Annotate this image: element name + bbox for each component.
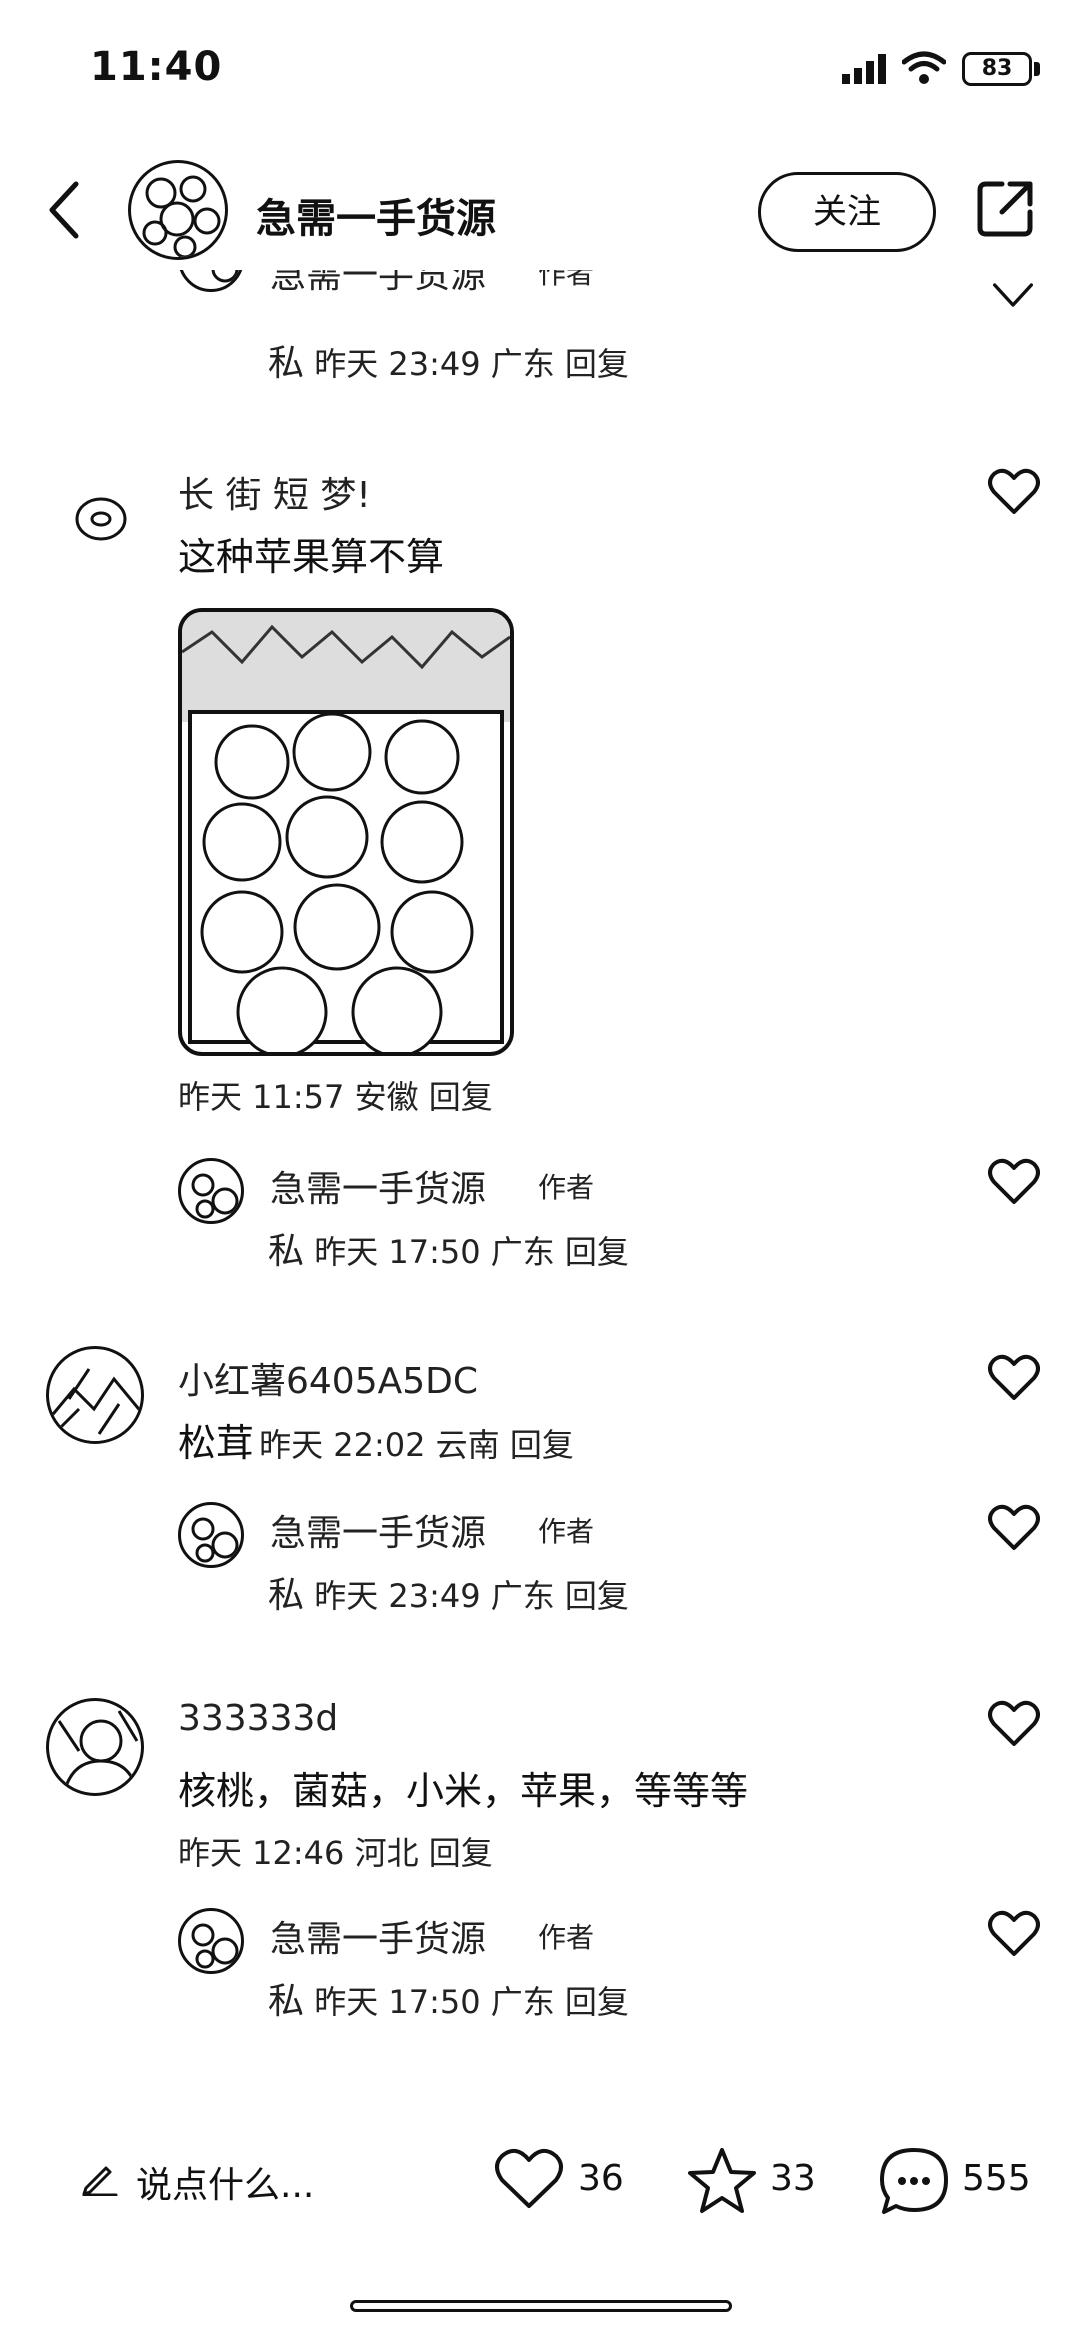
- share-icon[interactable]: [974, 178, 1036, 240]
- commenter-name[interactable]: 长 街 短 梦!: [178, 466, 371, 518]
- commenter-name[interactable]: 333333d: [178, 1698, 338, 1739]
- status-time: 11:40: [90, 44, 223, 90]
- reply-name[interactable]: 急需一手货源: [270, 1504, 486, 1556]
- comment-count: 555: [962, 2158, 1031, 2199]
- comment-text-meta: 松茸 昨天 22:02 云南 回复: [178, 1412, 574, 1467]
- comment-meta[interactable]: 昨天 22:02 云南 回复: [259, 1426, 574, 1464]
- fruit-pattern-icon: [211, 270, 239, 283]
- reply-avatar[interactable]: [178, 1158, 244, 1224]
- heart-icon[interactable]: [988, 1158, 1040, 1206]
- like-count: 36: [578, 2158, 624, 2199]
- commenter-avatar[interactable]: [72, 490, 130, 548]
- reply-avatar[interactable]: [178, 1502, 244, 1568]
- reply-avatar[interactable]: [178, 270, 244, 292]
- comment-meta: 私 昨天 17:50 广东 回复: [268, 1972, 629, 2024]
- disc-icon: [75, 497, 127, 541]
- reply-prefix: 私: [268, 1575, 305, 1616]
- comment-text[interactable]: 核桃，菌菇，小米，苹果，等等等: [178, 1760, 748, 1815]
- comment-photo-apples[interactable]: [178, 608, 514, 1056]
- comment-text[interactable]: 这种苹果算不算: [178, 526, 444, 581]
- author-tag: 作者: [538, 1171, 595, 1204]
- author-tag: 作者: [538, 1515, 595, 1548]
- comment-meta: 私 昨天 23:49 广东 回复: [268, 1566, 629, 1618]
- author-tag: 作者: [538, 1921, 595, 1954]
- reply-prefix: 私: [268, 343, 305, 384]
- battery-tip: [1034, 62, 1040, 76]
- comment-input[interactable]: 说点什么...: [136, 2156, 314, 2208]
- heart-icon[interactable]: [988, 1504, 1040, 1552]
- comment-meta: 私 昨天 23:49 广东 回复: [268, 334, 629, 386]
- follow-button[interactable]: 关注: [758, 172, 936, 252]
- battery-level: 83: [962, 52, 1032, 86]
- portrait-icon: [57, 1710, 140, 1793]
- home-indicator: [350, 2300, 732, 2312]
- reply-avatar[interactable]: [178, 1908, 244, 1974]
- wifi-icon: [902, 51, 946, 84]
- reply-name[interactable]: 急需一手货源: [270, 1910, 486, 1962]
- reply-name[interactable]: 急需一手货源: [270, 1160, 486, 1212]
- apples-image: [182, 612, 510, 1052]
- author-tag: 作者: [538, 270, 595, 290]
- meta-text[interactable]: 昨天 17:50 广东 回复: [314, 1233, 629, 1271]
- reply-prefix: 私: [268, 1231, 305, 1272]
- heart-icon[interactable]: [988, 1354, 1040, 1402]
- like-heart-icon[interactable]: [494, 2148, 564, 2212]
- meta-text[interactable]: 昨天 23:49 广东 回复: [314, 1577, 629, 1615]
- author-avatar[interactable]: [128, 160, 228, 260]
- pencil-icon[interactable]: [80, 2158, 118, 2196]
- comment-bubble-icon[interactable]: [878, 2146, 950, 2218]
- heart-icon[interactable]: [988, 1910, 1040, 1958]
- heart-icon[interactable]: [988, 280, 1038, 320]
- commenter-avatar[interactable]: [46, 1346, 144, 1444]
- heart-icon[interactable]: [988, 1700, 1040, 1748]
- comment-meta[interactable]: 昨天 11:57 安徽 回复: [178, 1072, 493, 1118]
- cellular-signal-icon: [842, 54, 886, 84]
- commenter-avatar[interactable]: [46, 1698, 144, 1796]
- fruit-pattern-icon: [191, 1517, 239, 1563]
- heart-icon[interactable]: [988, 468, 1040, 516]
- meta-text[interactable]: 昨天 23:49 广东 回复: [314, 345, 629, 383]
- comment-text[interactable]: 松茸: [178, 1421, 254, 1465]
- fruit-pattern-icon: [191, 1173, 239, 1219]
- reply-partial: 急需一手货源 作者 私 昨天 23:49 广东 回复: [0, 270, 1080, 390]
- reply-prefix: 私: [268, 1981, 305, 2022]
- star-icon[interactable]: [686, 2146, 758, 2216]
- commenter-name[interactable]: 小红薯6405A5DC: [178, 1352, 478, 1404]
- fruit-pattern-icon: [191, 1923, 239, 1969]
- landscape-icon: [49, 1368, 141, 1441]
- star-count: 33: [770, 2158, 816, 2199]
- fruit-pattern-icon: [142, 175, 221, 257]
- comment-meta: 私 昨天 17:50 广东 回复: [268, 1222, 629, 1274]
- page-title: 急需一手货源: [256, 196, 496, 242]
- reply-name[interactable]: 急需一手货源: [270, 270, 486, 298]
- comment-meta[interactable]: 昨天 12:46 河北 回复: [178, 1828, 493, 1874]
- back-arrow-icon[interactable]: [42, 180, 86, 240]
- meta-text[interactable]: 昨天 17:50 广东 回复: [314, 1983, 629, 2021]
